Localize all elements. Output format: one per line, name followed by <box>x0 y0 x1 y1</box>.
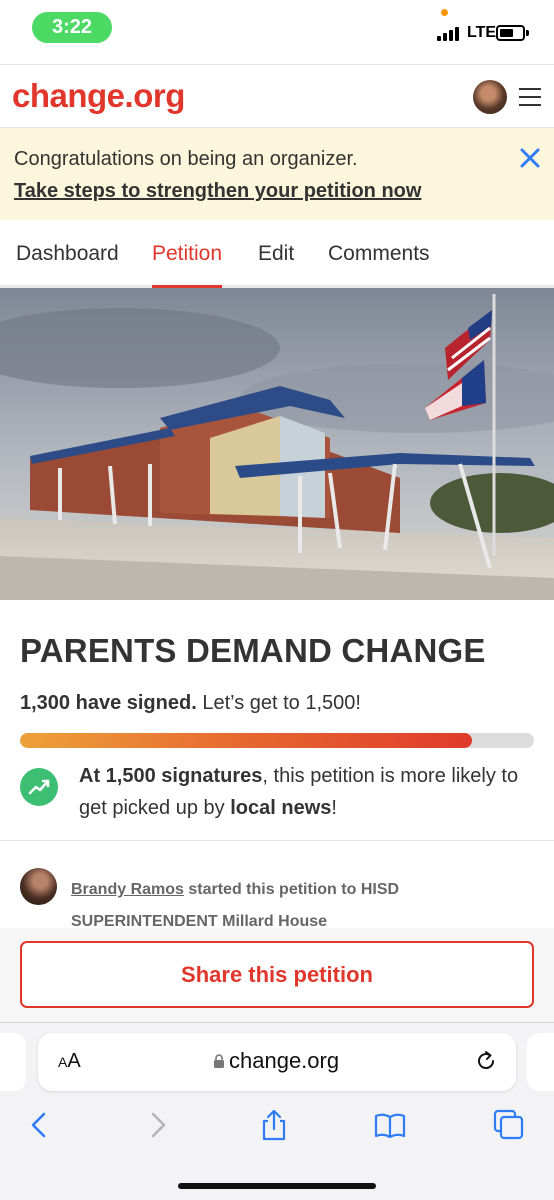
status-bar: 3:22 LTE <box>0 0 554 60</box>
milestone-message: At 1,500 signatures, this petition is mo… <box>79 760 539 824</box>
close-icon[interactable] <box>518 146 542 170</box>
tab-edit[interactable]: Edit <box>258 242 294 288</box>
tab-petition[interactable]: Petition <box>152 242 223 288</box>
status-time[interactable]: 3:22 <box>32 12 112 43</box>
previous-tab-preview[interactable] <box>0 1033 26 1091</box>
change-org-logo[interactable]: change.org <box>12 77 185 115</box>
share-petition-button[interactable]: Share this petition <box>20 941 534 1008</box>
starter-name-link[interactable]: Brandy Ramos <box>71 881 184 898</box>
organizer-banner: Congratulations on being an organizer. T… <box>0 128 554 220</box>
hamburger-menu-icon[interactable] <box>519 88 541 106</box>
signature-progress-bar <box>20 733 534 748</box>
lock-icon <box>214 1054 224 1068</box>
user-avatar[interactable] <box>473 80 507 114</box>
network-type: LTE <box>467 24 497 41</box>
milestone-threshold: At 1,500 signatures <box>79 765 263 787</box>
reload-icon[interactable] <box>474 1049 498 1073</box>
petition-hero-image <box>0 288 554 600</box>
strengthen-petition-link[interactable]: Take steps to strengthen your petition n… <box>14 180 421 203</box>
starter-avatar[interactable] <box>20 868 57 905</box>
section-divider <box>0 840 554 841</box>
bookmarks-icon[interactable] <box>373 1108 407 1142</box>
banner-message: Congratulations on being an organizer. <box>14 148 358 170</box>
milestone-end: ! <box>331 797 337 819</box>
tab-comments[interactable]: Comments <box>328 242 430 288</box>
next-tab-preview[interactable] <box>527 1033 554 1091</box>
signature-progress-fill <box>20 733 473 748</box>
petition-title: PARENTS DEMAND CHANGE <box>20 632 486 669</box>
forward-icon[interactable] <box>141 1108 175 1142</box>
trending-up-icon <box>20 768 58 806</box>
signature-goal: Let’s get to 1,500! <box>202 692 361 714</box>
reader-options-button[interactable]: AA <box>58 1050 81 1073</box>
tabs-icon[interactable] <box>492 1108 526 1142</box>
site-header: change.org <box>0 64 554 128</box>
share-icon[interactable] <box>257 1108 291 1142</box>
home-indicator <box>178 1183 376 1189</box>
back-icon[interactable] <box>22 1108 56 1142</box>
url-text[interactable]: change.org <box>229 1048 339 1074</box>
signed-count: 1,300 have signed. <box>20 692 197 714</box>
signal-strength-icon <box>437 27 463 41</box>
tab-dashboard[interactable]: Dashboard <box>16 242 119 288</box>
battery-icon <box>496 25 529 41</box>
milestone-outlet: local news <box>230 797 332 819</box>
petition-tabs: Dashboard Petition Edit Comments <box>0 220 554 288</box>
signature-status: 1,300 have signed. Let’s get to 1,500! <box>20 692 361 715</box>
location-indicator-icon <box>441 9 448 16</box>
